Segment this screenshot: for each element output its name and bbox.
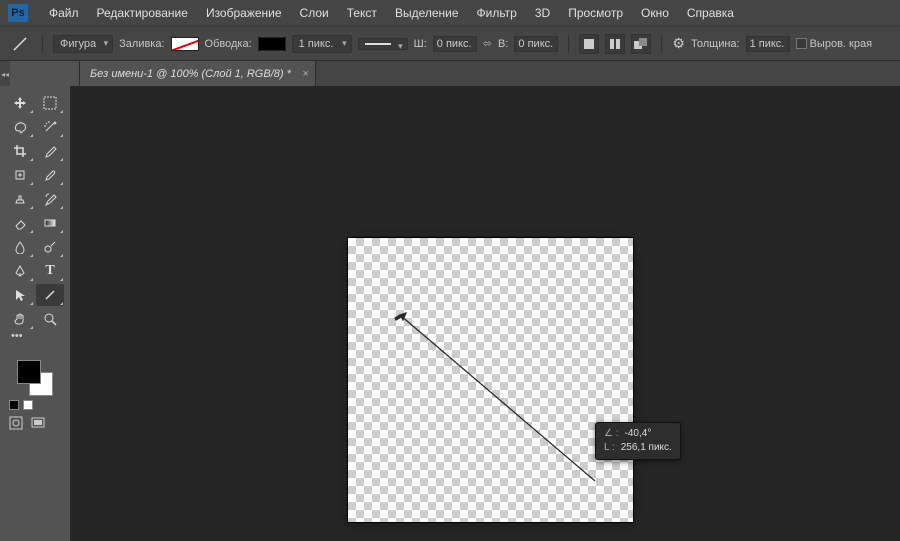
menu-filter[interactable]: Фильтр	[468, 6, 526, 20]
width-label: Ш:	[414, 38, 427, 50]
collapse-panels-button[interactable]: ◂◂	[0, 61, 10, 87]
foreground-color-swatch[interactable]	[17, 360, 41, 384]
line-tool[interactable]	[36, 284, 64, 306]
menu-file[interactable]: Файл	[40, 6, 88, 20]
canvas-area[interactable]: ∠ : -40,4° L : 256,1 пикс.	[70, 86, 900, 541]
options-bar: Фигура Заливка: Обводка: 1 пикс. Ш: 0 пи…	[0, 26, 900, 60]
default-colors-icon[interactable]	[5, 400, 65, 410]
eraser-tool[interactable]	[6, 212, 34, 234]
stroke-type-dropdown[interactable]	[358, 38, 408, 50]
menu-view[interactable]: Просмотр	[559, 6, 632, 20]
hand-tool[interactable]	[6, 308, 34, 330]
document-tab-title: Без имени-1 @ 100% (Слой 1, RGB/8) *	[90, 68, 291, 80]
brush-tool[interactable]	[36, 164, 64, 186]
tooltip-angle-value: -40,4°	[625, 427, 652, 441]
separator	[42, 35, 43, 53]
marquee-tool[interactable]	[36, 92, 64, 114]
menu-window[interactable]: Окно	[632, 6, 678, 20]
tools-panel: T •••	[0, 86, 70, 541]
measurement-tooltip: ∠ : -40,4° L : 256,1 пикс.	[595, 422, 681, 460]
clone-stamp-tool[interactable]	[6, 188, 34, 210]
path-arrangement-button[interactable]	[631, 34, 651, 54]
history-brush-tool[interactable]	[36, 188, 64, 210]
tooltip-length-value: 256,1 пикс.	[621, 441, 672, 455]
magic-wand-tool[interactable]	[36, 116, 64, 138]
spot-heal-tool[interactable]	[6, 164, 34, 186]
menu-layers[interactable]: Слои	[291, 6, 338, 20]
close-tab-icon[interactable]: ×	[302, 68, 308, 80]
weight-input[interactable]: 1 пикс.	[746, 36, 790, 52]
eyedropper-tool[interactable]	[36, 140, 64, 162]
fill-swatch[interactable]	[171, 37, 199, 51]
blur-tool[interactable]	[6, 236, 34, 258]
color-swatches[interactable]	[17, 360, 53, 396]
path-operations-button[interactable]	[579, 34, 599, 54]
dodge-tool[interactable]	[36, 236, 64, 258]
type-tool[interactable]: T	[36, 260, 64, 282]
stroke-swatch[interactable]	[258, 37, 286, 51]
gear-icon[interactable]: ⚙	[672, 35, 685, 52]
document-tab[interactable]: Без имени-1 @ 100% (Слой 1, RGB/8) * ×	[80, 61, 316, 86]
gradient-tool[interactable]	[36, 212, 64, 234]
zoom-tool[interactable]	[36, 308, 64, 330]
current-tool-icon[interactable]	[8, 32, 32, 56]
menu-help[interactable]: Справка	[678, 6, 743, 20]
crop-tool[interactable]	[6, 140, 34, 162]
menubar: Ps Файл Редактирование Изображение Слои …	[0, 0, 900, 26]
stroke-width-dropdown[interactable]: 1 пикс.	[292, 35, 352, 53]
height-input[interactable]: 0 пикс.	[514, 36, 558, 52]
tabs-row: ◂◂ Без имени-1 @ 100% (Слой 1, RGB/8) * …	[0, 60, 900, 86]
screen-mode-icon[interactable]	[31, 416, 45, 430]
fill-label: Заливка:	[119, 38, 164, 50]
tool-mode-dropdown[interactable]: Фигура	[53, 35, 113, 53]
tab-well	[10, 61, 80, 86]
menu-image[interactable]: Изображение	[197, 6, 291, 20]
app-logo[interactable]: Ps	[8, 4, 28, 22]
path-selection-tool[interactable]	[6, 284, 34, 306]
quick-mask-icon[interactable]	[9, 416, 23, 430]
menu-text[interactable]: Текст	[338, 6, 386, 20]
separator	[661, 35, 662, 53]
document-canvas[interactable]	[348, 238, 633, 522]
workspace: T ••• ∠ : -40,4° L : 256,1 пикс.	[0, 86, 900, 541]
pen-tool[interactable]	[6, 260, 34, 282]
menu-3d[interactable]: 3D	[526, 6, 559, 20]
tooltip-length-symbol: L :	[604, 441, 615, 455]
lasso-tool[interactable]	[6, 116, 34, 138]
stroke-label: Обводка:	[205, 38, 252, 50]
link-wh-icon[interactable]: ⬄	[483, 37, 492, 50]
width-input[interactable]: 0 пикс.	[433, 36, 477, 52]
menu-edit[interactable]: Редактирование	[88, 6, 197, 20]
tooltip-angle-symbol: ∠ :	[604, 427, 619, 441]
menu-select[interactable]: Выделение	[386, 6, 468, 20]
edit-toolbar-button[interactable]: •••	[5, 330, 65, 348]
align-edges-checkbox[interactable]: Выров. края	[796, 38, 872, 50]
separator	[568, 35, 569, 53]
weight-label: Толщина:	[691, 38, 740, 50]
move-tool[interactable]	[6, 92, 34, 114]
path-alignment-button[interactable]	[605, 34, 625, 54]
height-label: В:	[498, 38, 508, 50]
